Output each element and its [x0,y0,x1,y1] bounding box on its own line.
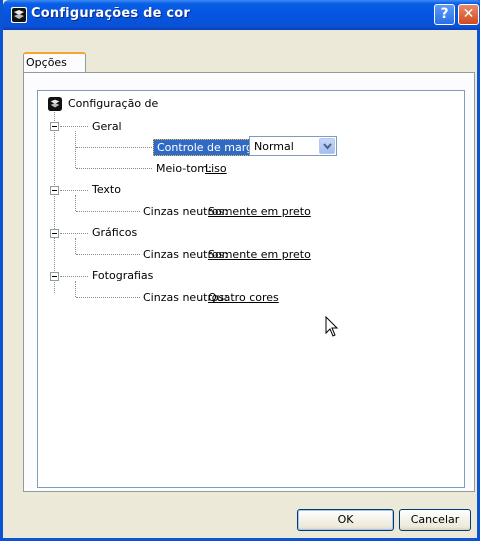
tree-connector [75,131,76,168]
fotografias-cinzas-link[interactable]: Quatro cores [208,291,279,304]
controle-margem-select[interactable]: Normal [249,136,337,156]
tree-item-graficos[interactable]: Gráficos [92,226,137,239]
tree-connector [60,190,88,191]
texto-cinzas-link[interactable]: Somente em preto [208,205,311,218]
tree-connector [76,168,152,169]
ok-button[interactable]: OK [297,509,394,531]
tree-connector [76,211,140,212]
tree-connector [75,238,76,254]
help-button[interactable]: ? [434,4,455,25]
tree-connector [60,276,88,277]
app-icon [11,7,27,23]
close-button[interactable]: ✕ [458,4,479,25]
cancel-button[interactable]: Cancelar [399,509,471,531]
controle-margem-value: Normal [254,140,294,153]
chevron-down-icon [323,143,332,150]
printer-settings-icon [48,97,62,111]
collapse-geral-icon[interactable] [50,122,59,131]
title-bar[interactable]: Configurações de cor ? ✕ [3,0,480,30]
tree-item-geral[interactable]: Geral [92,120,122,133]
tree-connector [60,126,88,127]
meio-tom-label: Meio-tom: [156,162,212,175]
tab-opcoes-label: Opções [26,56,67,69]
collapse-graficos-icon[interactable] [50,229,59,238]
mouse-cursor-icon [325,316,339,337]
tree-item-texto[interactable]: Texto [92,183,121,196]
tree-item-fotografias[interactable]: Fotografias [92,269,153,282]
tree-connector [76,254,140,255]
meio-tom-link[interactable]: Liso [205,162,227,175]
help-icon: ? [440,6,449,22]
tab-opcoes[interactable]: Opções [23,52,86,73]
tree-connector [75,195,76,211]
tree-connector [60,233,88,234]
graficos-cinzas-link[interactable]: Somente em preto [208,248,311,261]
collapse-fotografias-icon[interactable] [50,272,59,281]
tree-root-label: Configuração de [68,97,159,110]
window-title: Configurações de cor [31,6,190,21]
dialog-window: Configurações de cor ? ✕ Opções Configur… [0,0,480,541]
collapse-texto-icon[interactable] [50,186,59,195]
tree-connector [76,297,140,298]
close-icon: ✕ [462,6,475,22]
dropdown-button[interactable] [319,138,335,154]
tree-connector [54,112,55,293]
tree-connector [76,147,152,148]
tree-connector [75,281,76,297]
